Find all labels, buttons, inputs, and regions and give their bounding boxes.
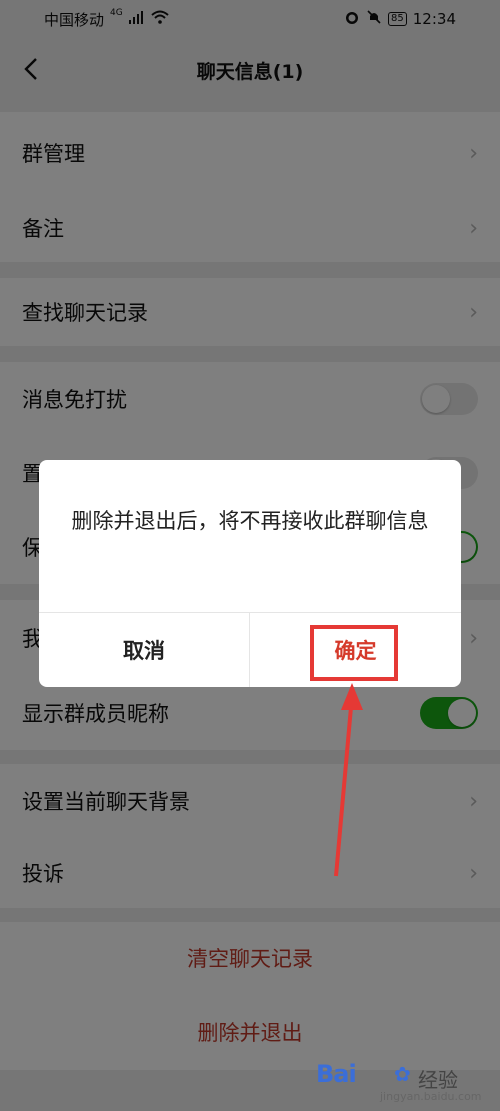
watermark-brand: Bai (316, 1060, 357, 1088)
watermark-text: 经验 (418, 1068, 458, 1092)
baidu-watermark: Bai ✿ 经验 jingyan.baidu.com (316, 1056, 486, 1104)
watermark-url: jingyan.baidu.com (380, 1090, 482, 1103)
paw-icon: ✿ (394, 1062, 411, 1086)
annotation-arrow-icon (334, 683, 363, 877)
